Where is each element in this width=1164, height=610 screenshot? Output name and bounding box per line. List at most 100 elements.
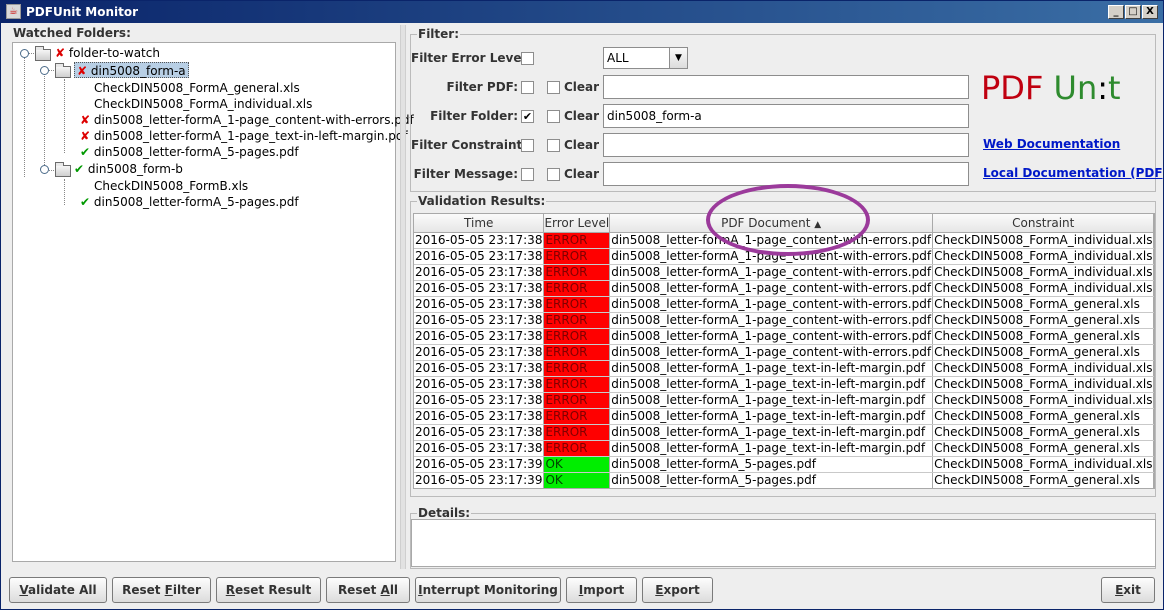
filter-constraints-checkbox[interactable] xyxy=(521,139,534,152)
filter-error-level-label: Filter Error Level: xyxy=(411,51,531,65)
tree-toggle-folder-a[interactable] xyxy=(40,66,49,75)
cell-time: 2016-05-05 23:17:38 xyxy=(414,328,545,345)
filter-error-level-checkbox[interactable] xyxy=(521,52,534,65)
close-button[interactable]: X xyxy=(1142,5,1158,19)
tree-file[interactable]: ✘ din5008_letter-formA_1-page_content-wi… xyxy=(80,112,414,128)
web-documentation-link[interactable]: Web Documentation xyxy=(983,137,1120,151)
table-row[interactable]: 2016-05-05 23:17:38 ERROR din5008_letter-f… xyxy=(414,408,1154,425)
export-button[interactable]: Export xyxy=(642,577,713,603)
clear-label: Clear xyxy=(564,167,600,181)
table-row[interactable]: 2016-05-05 23:17:38 ERROR din5008_letter-f… xyxy=(414,296,1154,313)
tree-file[interactable]: CheckDIN5008_FormA_general.xls xyxy=(94,80,300,96)
tree-file[interactable]: ✔ din5008_letter-formA_5-pages.pdf xyxy=(80,144,299,160)
tree-toggle-folder-b[interactable] xyxy=(40,165,49,174)
cell-constraint: CheckDIN5008_FormA_individual.xls xyxy=(932,360,1154,377)
column-header-constraint[interactable]: Constraint xyxy=(932,214,1154,233)
cell-error-level: ERROR xyxy=(543,408,611,425)
cell-constraint: CheckDIN5008_FormA_general.xls xyxy=(932,344,1154,361)
tree-file[interactable]: ✘ din5008_letter-formA_1-page_text-in-le… xyxy=(80,128,408,144)
cell-error-level: ERROR xyxy=(543,264,611,281)
table-row[interactable]: 2016-05-05 23:17:39 OK din5008_letter-form… xyxy=(414,472,1154,488)
filter-folder-checkbox[interactable]: ✔ xyxy=(521,110,534,123)
table-row[interactable]: 2016-05-05 23:17:38 ERROR din5008_letter-f… xyxy=(414,312,1154,329)
column-header-pdf-document[interactable]: PDF Document ▲ xyxy=(609,214,934,233)
validate-all-button[interactable]: Validate All xyxy=(9,577,107,603)
cell-time: 2016-05-05 23:17:38 xyxy=(414,312,545,329)
cell-constraint: CheckDIN5008_FormA_individual.xls xyxy=(932,248,1154,265)
filter-pdf-input[interactable] xyxy=(603,75,969,99)
exit-button[interactable]: Exit xyxy=(1101,577,1155,603)
cell-constraint: CheckDIN5008_FormA_general.xls xyxy=(932,440,1154,457)
column-header-error-level[interactable]: Error Level xyxy=(543,214,611,233)
maximize-button[interactable]: □ xyxy=(1125,5,1141,19)
tree-node-root[interactable]: ✘ folder-to-watch xyxy=(55,45,160,61)
details-title: Details: xyxy=(417,506,472,520)
filter-folder-input[interactable]: din5008_form-a xyxy=(603,104,969,128)
error-level-select[interactable]: ALL ▼ xyxy=(603,47,688,69)
cell-pdf-document: din5008_letter-formA_1-page_content-with… xyxy=(609,296,934,313)
cell-time: 2016-05-05 23:17:38 xyxy=(414,360,545,377)
filter-message-label: Filter Message: xyxy=(413,167,518,181)
tree-file[interactable]: ✔ din5008_letter-formA_5-pages.pdf xyxy=(80,194,299,210)
tree-node-folder-a[interactable]: ✘ din5008_form-a xyxy=(74,62,189,78)
ok-check-icon: ✔ xyxy=(80,195,91,209)
import-button[interactable]: Import xyxy=(566,577,637,603)
filter-pdf-checkbox[interactable] xyxy=(521,81,534,94)
tree-file[interactable]: CheckDIN5008_FormA_individual.xls xyxy=(94,96,312,112)
tree-file[interactable]: CheckDIN5008_FormB.xls xyxy=(94,178,248,194)
tree-node-folder-b[interactable]: ✔ din5008_form-b xyxy=(74,161,183,177)
ok-check-icon: ✔ xyxy=(74,162,85,176)
reset-all-button[interactable]: Reset All xyxy=(326,577,410,603)
table-row[interactable]: 2016-05-05 23:17:38 ERROR din5008_letter-f… xyxy=(414,376,1154,393)
title-bar: ☕ PDFUnit Monitor _ □ X xyxy=(1,1,1163,23)
details-text-area[interactable] xyxy=(411,519,1156,567)
reset-filter-button[interactable]: Reset Filter xyxy=(112,577,211,603)
cell-pdf-document: din5008_letter-formA_1-page_content-with… xyxy=(609,232,934,249)
filter-message-input[interactable] xyxy=(603,162,969,186)
split-pane-divider[interactable] xyxy=(400,25,406,569)
cell-pdf-document: din5008_letter-formA_1-page_content-with… xyxy=(609,248,934,265)
cell-error-level: ERROR xyxy=(543,344,611,361)
table-row[interactable]: 2016-05-05 23:17:38 ERROR din5008_letter-f… xyxy=(414,360,1154,377)
filter-message-checkbox[interactable] xyxy=(521,168,534,181)
results-table[interactable]: Time Error Level PDF Document ▲ Constrai… xyxy=(413,213,1155,489)
reset-result-button[interactable]: Reset Result xyxy=(216,577,321,603)
table-row[interactable]: 2016-05-05 23:17:39 OK din5008_letter-form… xyxy=(414,456,1154,473)
cell-time: 2016-05-05 23:17:39 xyxy=(414,456,545,473)
table-row[interactable]: 2016-05-05 23:17:38 ERROR din5008_letter-f… xyxy=(414,344,1154,361)
cell-constraint: CheckDIN5008_FormA_individual.xls xyxy=(932,280,1154,297)
filter-constraints-clear-checkbox[interactable] xyxy=(547,139,560,152)
table-row[interactable]: 2016-05-05 23:17:38 ERROR din5008_letter-f… xyxy=(414,328,1154,345)
table-row[interactable]: 2016-05-05 23:17:38 ERROR din5008_letter-f… xyxy=(414,280,1154,297)
table-row[interactable]: 2016-05-05 23:17:38 ERROR din5008_letter-f… xyxy=(414,424,1154,441)
cell-constraint: CheckDIN5008_FormA_general.xls xyxy=(932,312,1154,329)
table-row[interactable]: 2016-05-05 23:17:38 ERROR din5008_letter-f… xyxy=(414,392,1154,409)
cell-pdf-document: din5008_letter-formA_1-page_text-in-left… xyxy=(609,392,934,409)
column-header-time[interactable]: Time xyxy=(414,214,545,233)
cell-time: 2016-05-05 23:17:38 xyxy=(414,440,545,457)
filter-folder-label: Filter Folder: xyxy=(430,109,518,123)
tree-toggle-root[interactable] xyxy=(20,49,29,58)
table-row[interactable]: 2016-05-05 23:17:38 ERROR din5008_letter-f… xyxy=(414,440,1154,457)
filter-constraints-input[interactable] xyxy=(603,133,969,157)
table-row[interactable]: 2016-05-05 23:17:38 ERROR din5008_letter-f… xyxy=(414,264,1154,281)
ok-check-icon: ✔ xyxy=(80,145,91,159)
minimize-button[interactable]: _ xyxy=(1108,5,1124,19)
cell-constraint: CheckDIN5008_FormA_individual.xls xyxy=(932,264,1154,281)
interrupt-monitoring-button[interactable]: Interrupt Monitoring xyxy=(415,577,561,603)
table-row[interactable]: 2016-05-05 23:17:38 ERROR din5008_letter-f… xyxy=(414,248,1154,265)
error-x-icon: ✘ xyxy=(80,129,91,143)
filter-message-clear-checkbox[interactable] xyxy=(547,168,560,181)
folder-tree[interactable]: ✘ folder-to-watch ✘ din5008_form-a Check… xyxy=(12,42,414,562)
table-header-row: Time Error Level PDF Document ▲ Constrai… xyxy=(414,214,1154,233)
folder-icon xyxy=(35,46,51,61)
cell-pdf-document: din5008_letter-formA_1-page_text-in-left… xyxy=(609,424,934,441)
table-row[interactable]: 2016-05-05 23:17:38 ERROR din5008_letter-f… xyxy=(414,232,1154,249)
cell-pdf-document: din5008_letter-formA_1-page_text-in-left… xyxy=(609,360,934,377)
filter-title: Filter: xyxy=(417,27,461,41)
error-x-icon: ✘ xyxy=(77,64,88,78)
filter-pdf-clear-checkbox[interactable] xyxy=(547,81,560,94)
filter-folder-clear-checkbox[interactable] xyxy=(547,110,560,123)
local-documentation-link[interactable]: Local Documentation (PDF) xyxy=(983,166,1164,180)
cell-constraint: CheckDIN5008_FormA_individual.xls xyxy=(932,376,1154,393)
